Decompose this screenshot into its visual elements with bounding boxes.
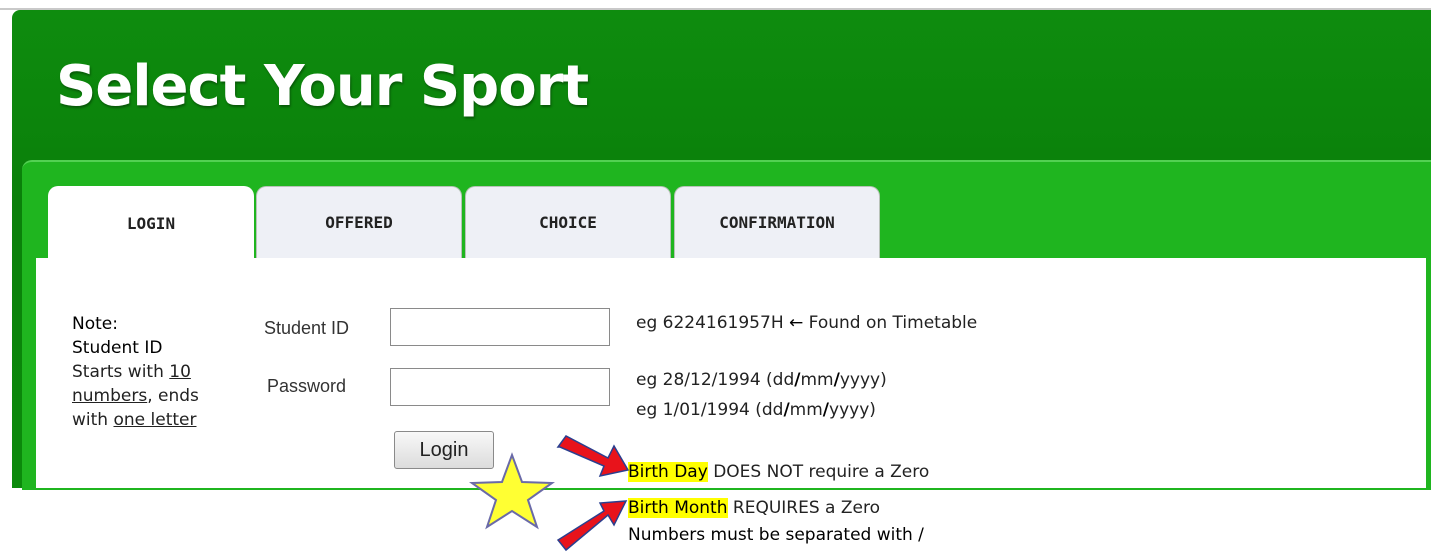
red-arrow-icon [556,500,628,552]
red-arrow-icon [556,435,630,478]
star-icon [468,452,556,530]
annotation-layer [468,435,630,552]
